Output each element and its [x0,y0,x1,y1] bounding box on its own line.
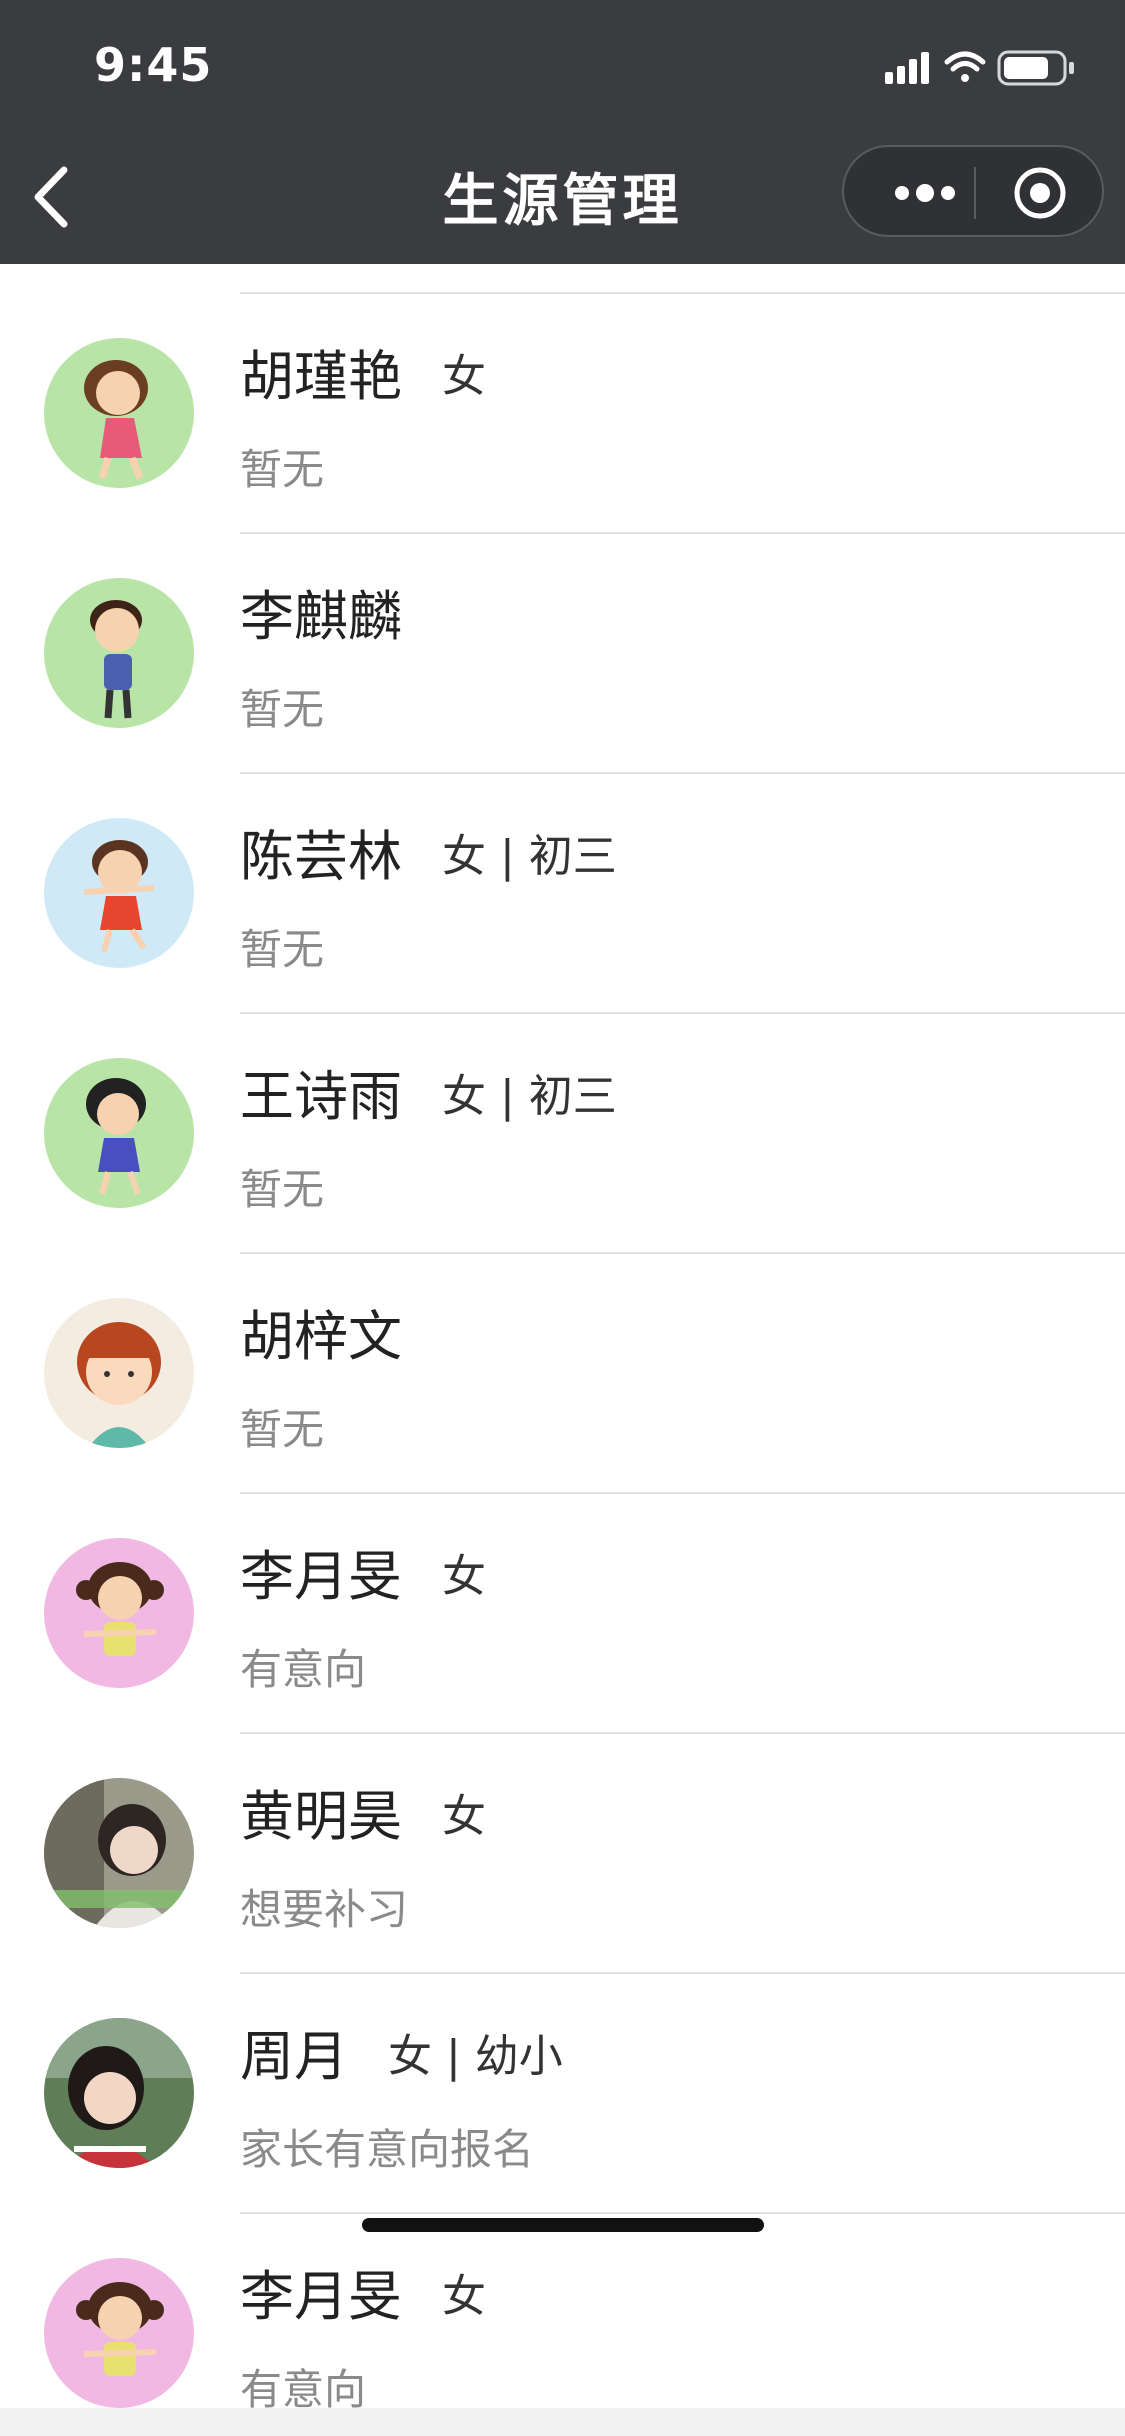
student-note: 家长有意向报名 [240,2125,535,2174]
student-meta: 女 [442,1551,486,1602]
list-item[interactable]: 胡梓文 暂无 [0,1224,1125,1464]
list-item[interactable]: 李麒麟 暂无 [0,504,1125,744]
row-divider [240,1492,1125,1494]
student-note: 暂无 [240,1405,325,1454]
student-note: 暂无 [240,925,325,974]
list-item[interactable]: 王诗雨女 | 初三 暂无 [0,984,1125,1224]
bottom-safe-area [0,2408,1125,2436]
list-item[interactable]: 李月旻女 有意向 [0,1464,1125,1704]
child-photo-icon [44,2018,194,2168]
student-meta: 女 [442,351,486,402]
child-photo-icon [44,1778,194,1928]
row-divider [240,1972,1125,1974]
student-name: 黄明昊女 [240,1785,486,1848]
student-name: 胡梓文 [240,1305,402,1368]
list-item[interactable]: 胡瑾艳女 暂无 [0,264,1125,504]
cartoon-girl-icon [44,338,194,488]
student-name: 李月旻女 [240,1545,486,1608]
cartoon-girl-icon [44,2258,194,2408]
cartoon-girl-icon [44,1298,194,1448]
student-note: 暂无 [240,1165,325,1214]
row-divider [240,1732,1125,1734]
capsule-divider [974,167,976,219]
student-meta: 女 [442,2271,486,2322]
cartoon-girl-icon [44,818,194,968]
row-divider [240,772,1125,774]
list-item[interactable]: 周月女 | 幼小 家长有意向报名 [0,1944,1125,2184]
student-note: 暂无 [240,685,325,734]
wifi-icon [944,51,986,82]
cartoon-boy-icon [44,578,194,728]
student-meta: 女 | 幼小 [388,2031,563,2082]
student-name: 李麒麟 [240,585,402,648]
cellular-signal-icon [885,52,929,84]
student-note: 暂无 [240,445,325,494]
list-item[interactable]: 黄明昊女 想要补习 [0,1704,1125,1944]
student-note: 想要补习 [240,1885,409,1934]
student-list: 胡瑾艳女 暂无 李麒麟 暂无 陈芸林 女 | 初三 暂无 王诗雨 女 | 初三 … [0,264,1125,2424]
student-name: 胡瑾艳女 [240,345,486,408]
student-meta: 女 [442,1791,486,1842]
more-dots-icon[interactable] [880,175,970,211]
status-icons [885,48,1085,88]
row-divider [240,1252,1125,1254]
row-divider [240,1012,1125,1014]
student-meta: 女 | 初三 [442,1071,617,1122]
mini-program-capsule [842,145,1104,237]
student-name: 周月女 | 幼小 [240,2025,563,2088]
cartoon-girl-icon [44,1058,194,1208]
row-divider [240,532,1125,534]
home-indicator [362,2218,764,2232]
list-item[interactable]: 陈芸林女 | 初三 暂无 [0,744,1125,984]
student-name: 李月旻女 [240,2265,486,2328]
cartoon-girl-icon [44,1538,194,1688]
student-note: 有意向 [240,1645,367,1694]
navigation-bar: 9:45 生源管理 [0,0,1125,264]
student-name: 王诗雨女 | 初三 [240,1065,617,1128]
row-divider [240,2212,1125,2214]
student-name: 陈芸林女 | 初三 [240,825,617,888]
row-divider [240,292,1125,294]
student-meta: 女 | 初三 [442,831,617,882]
battery-icon [997,50,1074,86]
close-target-icon[interactable] [1012,165,1068,221]
status-time: 9:45 [94,38,213,92]
